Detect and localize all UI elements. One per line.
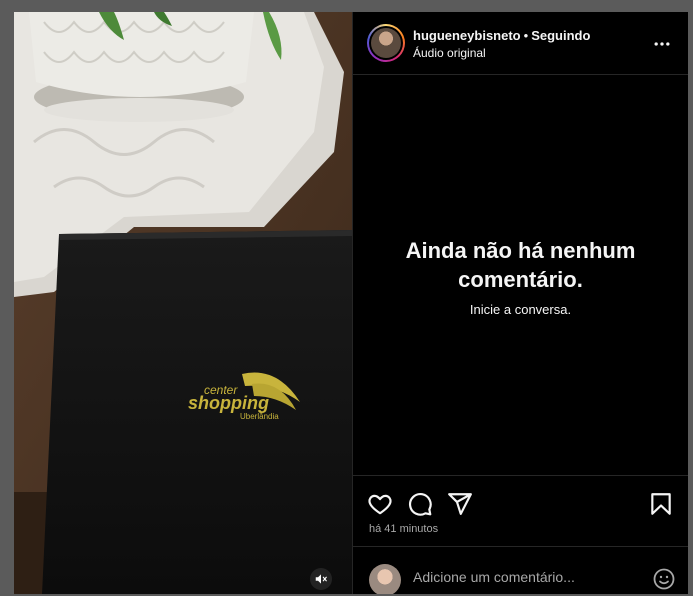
post-side-panel: hugueneybisneto • Seguindo Áudio original … <box>352 12 688 594</box>
following-button[interactable]: Seguindo <box>531 28 590 43</box>
comment-input[interactable] <box>413 566 628 588</box>
speaker-muted-icon <box>315 574 327 584</box>
author-username-link[interactable]: hugueneybisneto <box>413 28 521 43</box>
emoji-icon[interactable] <box>652 567 676 591</box>
post-video-frame: center shopping Uberlândia <box>14 12 352 594</box>
author-avatar[interactable] <box>367 24 405 62</box>
author-line: hugueneybisneto • Seguindo <box>413 28 590 43</box>
comment-icon[interactable] <box>407 491 433 517</box>
comment-composer <box>353 546 688 594</box>
mute-toggle-button[interactable] <box>310 568 332 590</box>
heart-icon[interactable] <box>367 491 393 517</box>
comments-empty-state: Ainda não há nenhum comentário. Inicie a… <box>353 76 688 476</box>
empty-comments-title: Ainda não há nenhum comentário. <box>405 237 636 292</box>
post-media[interactable]: center shopping Uberlândia <box>14 12 352 594</box>
audio-link[interactable]: Áudio original <box>413 46 486 60</box>
viewer-avatar <box>369 564 401 594</box>
more-options-icon[interactable] <box>652 34 672 54</box>
logo-text-shopping: shopping <box>188 393 269 413</box>
post-header: hugueneybisneto • Seguindo Áudio original <box>353 12 688 75</box>
bookmark-icon[interactable] <box>648 491 674 517</box>
share-icon[interactable] <box>447 491 473 517</box>
logo-text-city: Uberlândia <box>240 412 279 421</box>
author-avatar-image <box>371 28 401 58</box>
post-timestamp[interactable]: há 41 minutos <box>369 523 438 535</box>
post-modal: center shopping Uberlândia hugueneybisne… <box>14 12 688 594</box>
empty-comments-subtitle: Inicie a conversa. <box>469 301 572 317</box>
post-actions: há 41 minutos <box>353 475 688 545</box>
separator-dot: • <box>523 28 529 43</box>
